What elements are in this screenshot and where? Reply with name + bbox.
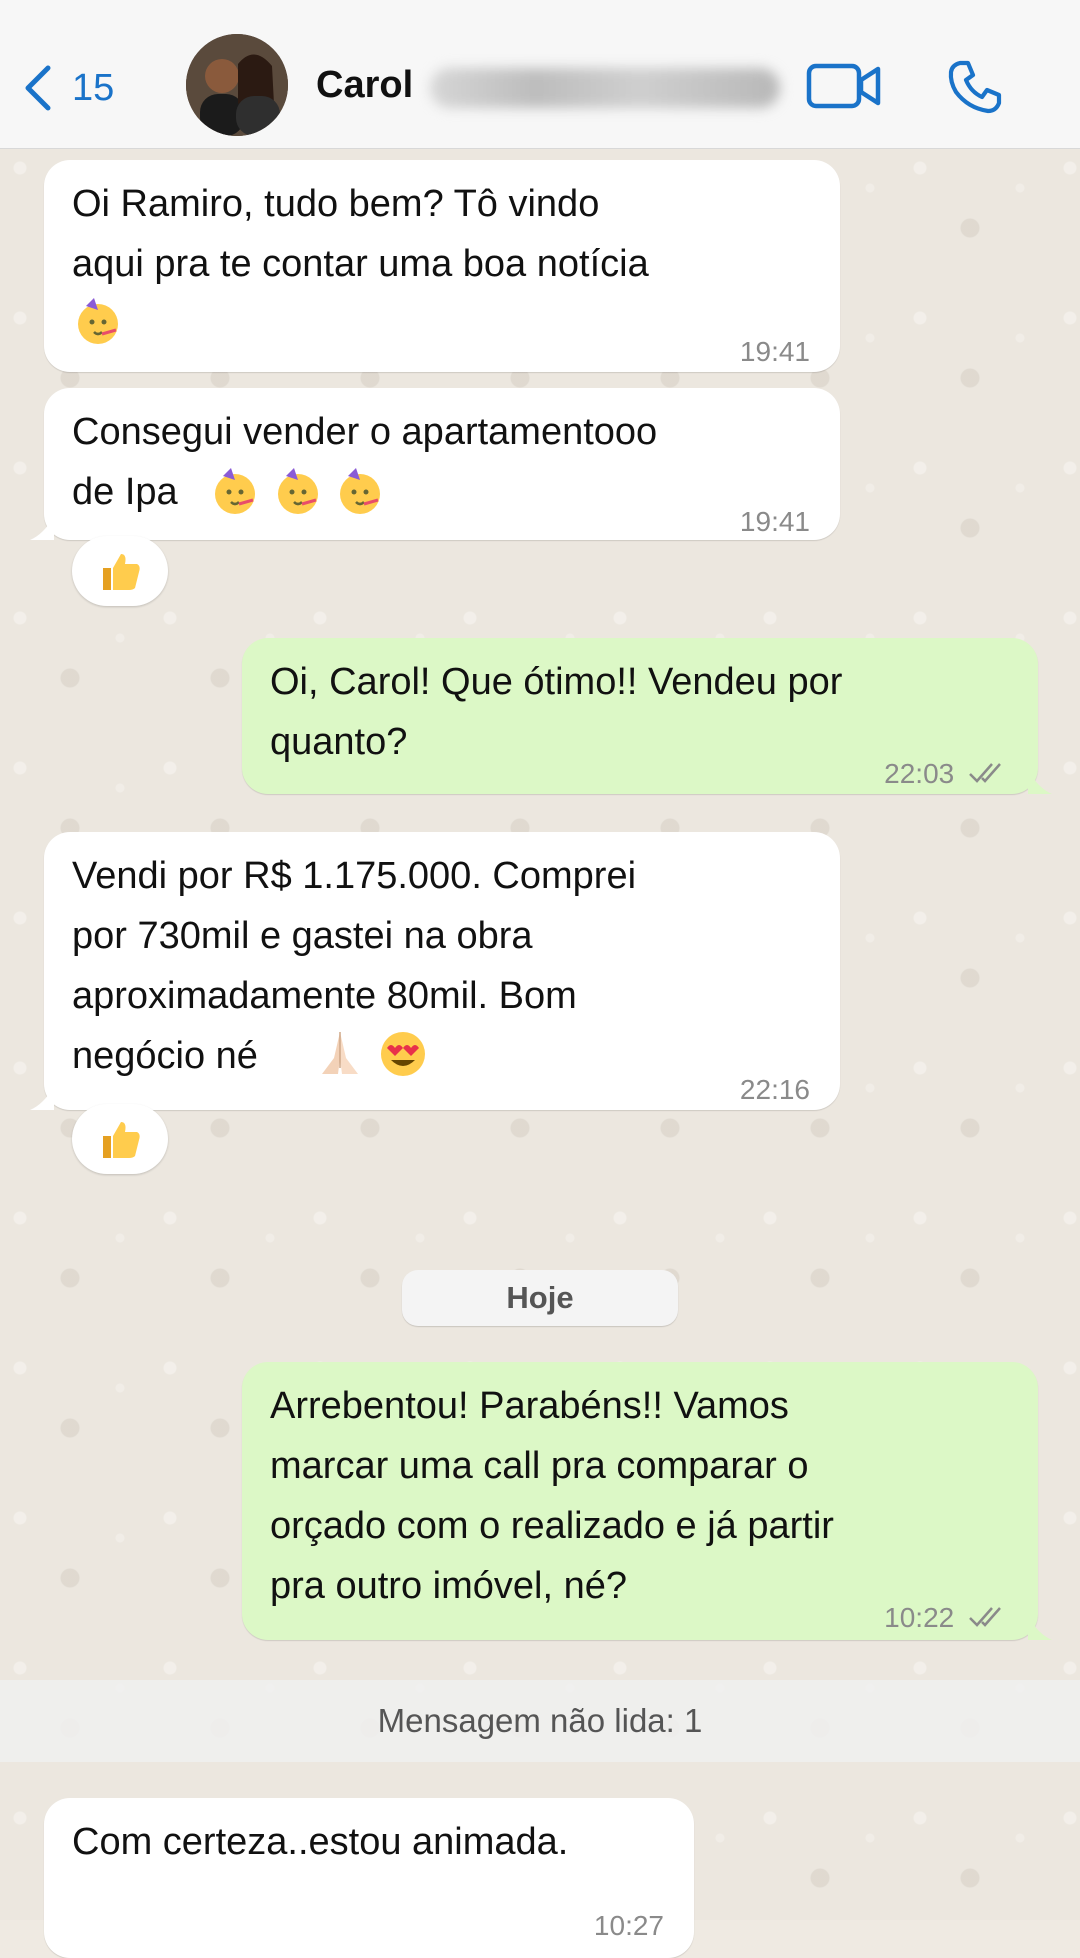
message-timestamp: 19:41 <box>739 506 810 537</box>
thumbs-up-icon <box>103 554 140 590</box>
partying-face-icon <box>78 298 118 344</box>
voice-call-button[interactable] <box>946 58 1004 116</box>
bubble-tail <box>30 1086 54 1110</box>
bubble-tail <box>1028 770 1052 794</box>
message-timestamp: 22:16 <box>739 1074 810 1105</box>
heart-eyes-icon <box>380 1032 425 1076</box>
message-emoji <box>72 296 124 356</box>
contact-name[interactable]: Carol <box>316 64 413 107</box>
message-timestamp: 10:22 <box>884 1602 955 1633</box>
message-text: Oi Ramiro, tudo bem? Tô vindo aqui pra t… <box>72 183 649 285</box>
chevron-left-icon <box>25 65 51 111</box>
partying-face-icon <box>215 468 255 514</box>
message-bubble-incoming[interactable]: Consegui vender o apartamentooo de Ipa 1… <box>30 388 840 540</box>
message-bubble-incoming[interactable]: Com certeza..estou animada. 10:27 <box>44 1798 694 1958</box>
message-timestamp: 19:41 <box>739 336 810 367</box>
message-bubble-incoming[interactable]: Vendi por R$ 1.175.000. Comprei por 730m… <box>30 832 840 1110</box>
message-emoji-group <box>209 466 386 526</box>
video-camera-icon <box>806 63 881 109</box>
message-text: Oi, Carol! Que ótimo!! Vendeu por quanto… <box>270 661 843 763</box>
bubble-tail <box>1028 1616 1052 1640</box>
back-button[interactable]: 15 <box>20 58 114 118</box>
redacted-surname <box>430 68 780 108</box>
folded-hands-icon <box>322 1032 358 1074</box>
message-text: Com certeza..estou animada. <box>72 1821 569 1863</box>
message-meta: 10:22 <box>884 1588 1008 1648</box>
unread-messages-banner: Mensagem não lida: 1 <box>0 1680 1080 1762</box>
message-emoji-group <box>314 1028 429 1088</box>
thumbs-up-icon <box>103 1122 140 1158</box>
double-check-read-icon <box>969 763 1001 783</box>
message-bubble-incoming[interactable]: Oi Ramiro, tudo bem? Tô vindo aqui pra t… <box>44 160 840 372</box>
message-timestamp: 10:27 <box>593 1910 664 1941</box>
reaction-badge[interactable] <box>72 1104 168 1174</box>
partying-face-icon <box>340 468 381 514</box>
video-call-button[interactable] <box>806 60 882 112</box>
message-meta: 22:03 <box>884 744 1008 804</box>
chat-header: 15 Carol <box>0 0 1080 149</box>
double-check-read-icon <box>969 1607 1001 1627</box>
message-timestamp: 22:03 <box>884 758 955 789</box>
bubble-tail <box>30 516 54 540</box>
phone-icon <box>948 60 1002 114</box>
partying-face-icon <box>277 468 318 514</box>
message-bubble-outgoing[interactable]: Oi, Carol! Que ótimo!! Vendeu por quanto… <box>242 638 1052 794</box>
reaction-badge[interactable] <box>72 536 168 606</box>
date-separator: Hoje <box>402 1270 678 1326</box>
unread-chats-count: 15 <box>72 66 115 109</box>
message-bubble-outgoing[interactable]: Arrebentou! Parabéns!! Vamos marcar uma … <box>242 1362 1052 1640</box>
message-text: Arrebentou! Parabéns!! Vamos marcar uma … <box>270 1385 834 1607</box>
avatar[interactable] <box>186 34 288 136</box>
